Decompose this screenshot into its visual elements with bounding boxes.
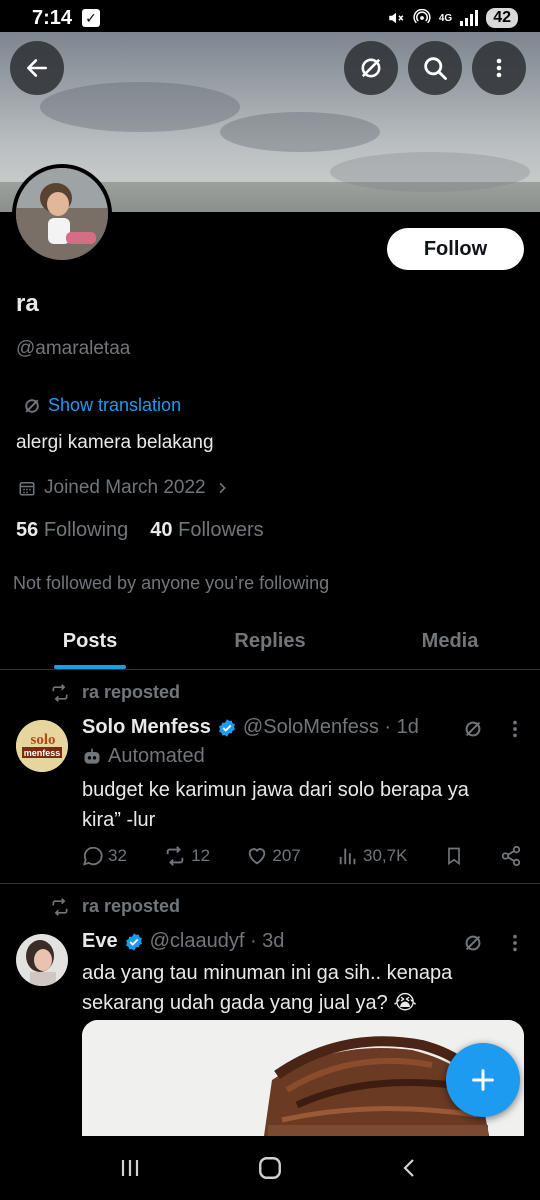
avatar-text-menfess: menfess — [24, 748, 61, 758]
repost-icon — [166, 846, 184, 866]
like-button[interactable]: 207 — [246, 845, 301, 867]
arrow-left-icon — [27, 59, 47, 77]
bookmark-button[interactable] — [444, 845, 464, 867]
share-button[interactable] — [500, 845, 522, 867]
reply-count: 32 — [108, 846, 127, 865]
system-nav-bar — [0, 1136, 540, 1200]
repost-button[interactable]: 12 — [163, 845, 210, 867]
post-text: ada yang tau minuman ini ga sih.. kenapa… — [82, 962, 453, 1014]
like-count: 207 — [272, 846, 301, 865]
repost-icon — [52, 683, 68, 702]
more-vertical-icon — [496, 58, 502, 78]
profile-name: ra — [16, 290, 39, 317]
translate-icon — [361, 58, 381, 78]
search-button[interactable] — [408, 41, 462, 95]
post-more-icon[interactable] — [506, 718, 524, 740]
repost-label: ra reposted — [82, 682, 181, 702]
bot-icon — [84, 748, 100, 764]
translate-post-icon[interactable] — [462, 932, 484, 954]
notification-check-icon: ✓ — [82, 9, 101, 27]
status-bar: 7:14 ✓ 4G 42 — [0, 0, 540, 36]
share-icon — [501, 845, 521, 867]
following-link[interactable]: 56 Following — [16, 519, 128, 542]
repost-label: ra reposted — [82, 896, 181, 916]
post-text: budget ke karimun jawa dari solo berapa … — [82, 779, 469, 831]
post-actions: 32 12 207 30,7K — [82, 845, 522, 867]
tab-media[interactable]: Media — [360, 614, 540, 669]
plus-icon — [472, 1069, 494, 1091]
tab-replies[interactable]: Replies — [180, 614, 360, 669]
search-icon — [424, 57, 447, 80]
post-header: Solo Menfess @SoloMenfess · 1d — [82, 716, 419, 739]
home-icon[interactable] — [257, 1155, 283, 1181]
translate-icon — [25, 398, 39, 413]
followers-count: 40 — [150, 519, 173, 541]
calendar-icon — [19, 482, 35, 496]
post-author-avatar[interactable]: solo menfess — [16, 720, 68, 772]
tab-replies-label: Replies — [234, 630, 306, 652]
heart-icon — [249, 848, 266, 865]
profile-handle: @amaraletaa — [16, 338, 131, 359]
followers-label: Followers — [178, 519, 264, 541]
post-author-avatar[interactable] — [16, 934, 68, 986]
repost-indicator: ra reposted — [50, 896, 180, 917]
compose-post-button[interactable] — [446, 1043, 520, 1117]
follow-button[interactable]: Follow — [387, 228, 524, 270]
joined-date[interactable]: Joined March 2022 — [18, 477, 230, 499]
tab-media-label: Media — [421, 630, 479, 652]
tab-posts-label: Posts — [62, 630, 118, 652]
bookmark-icon — [447, 847, 460, 866]
post-header: Eve @claaudyf · 3d — [82, 930, 284, 953]
status-icons: 4G 42 — [387, 8, 518, 28]
post-author-name[interactable]: Eve — [82, 930, 118, 953]
views-icon — [339, 848, 356, 865]
joined-label: Joined March 2022 — [44, 477, 206, 498]
show-translation-link[interactable]: Show translation — [22, 395, 181, 416]
post-author-name[interactable]: Solo Menfess — [82, 716, 211, 739]
follow-counts: 56 Following 40 Followers — [16, 519, 264, 542]
post-divider — [0, 883, 540, 884]
profile-avatar[interactable] — [12, 164, 112, 264]
profile-tabs: Posts Replies Media — [0, 614, 540, 670]
not-followed-notice: Not followed by anyone you’re following — [13, 573, 330, 593]
hotspot-icon — [413, 9, 431, 24]
recent-apps-icon[interactable] — [118, 1156, 142, 1180]
following-count: 56 — [16, 519, 39, 541]
post-handle-time: @SoloMenfess · 1d — [242, 716, 419, 738]
translate-profile-button[interactable] — [344, 41, 398, 95]
post-header-icons — [462, 718, 524, 740]
back-button[interactable] — [10, 41, 64, 95]
post-more-icon[interactable] — [506, 932, 524, 954]
automated-text: Automated — [108, 745, 205, 767]
network-type: 4G — [438, 12, 453, 24]
post-handle-time: @claaudyf · 3d — [149, 930, 285, 952]
automated-label: Automated — [82, 745, 205, 768]
more-options-button[interactable] — [472, 41, 526, 95]
active-tab-indicator — [54, 665, 126, 669]
back-nav-icon[interactable] — [398, 1156, 422, 1180]
views-count: 30,7K — [363, 846, 408, 865]
reply-icon — [82, 846, 103, 866]
repost-icon — [52, 897, 68, 916]
tab-posts[interactable]: Posts — [0, 614, 180, 669]
signal-icon — [460, 10, 479, 26]
battery-level: 42 — [486, 8, 518, 28]
verified-badge-icon — [125, 932, 142, 951]
following-label: Following — [43, 519, 129, 541]
repost-count: 12 — [191, 846, 211, 865]
reply-button[interactable]: 32 — [82, 845, 127, 867]
status-time: 7:14 — [32, 6, 73, 29]
mute-icon — [389, 12, 404, 24]
avatar-text-solo: solo — [30, 732, 55, 748]
show-translation-label: Show translation — [48, 395, 182, 415]
post-header-icons — [462, 932, 524, 954]
profile-bio: alergi kamera belakang — [16, 432, 214, 453]
followers-link[interactable]: 40 Followers — [150, 519, 263, 542]
repost-indicator: ra reposted — [50, 682, 180, 703]
views-button[interactable]: 30,7K — [337, 845, 407, 867]
translate-post-icon[interactable] — [462, 718, 484, 740]
verified-badge-icon — [219, 718, 235, 737]
chevron-right-icon — [219, 482, 226, 494]
